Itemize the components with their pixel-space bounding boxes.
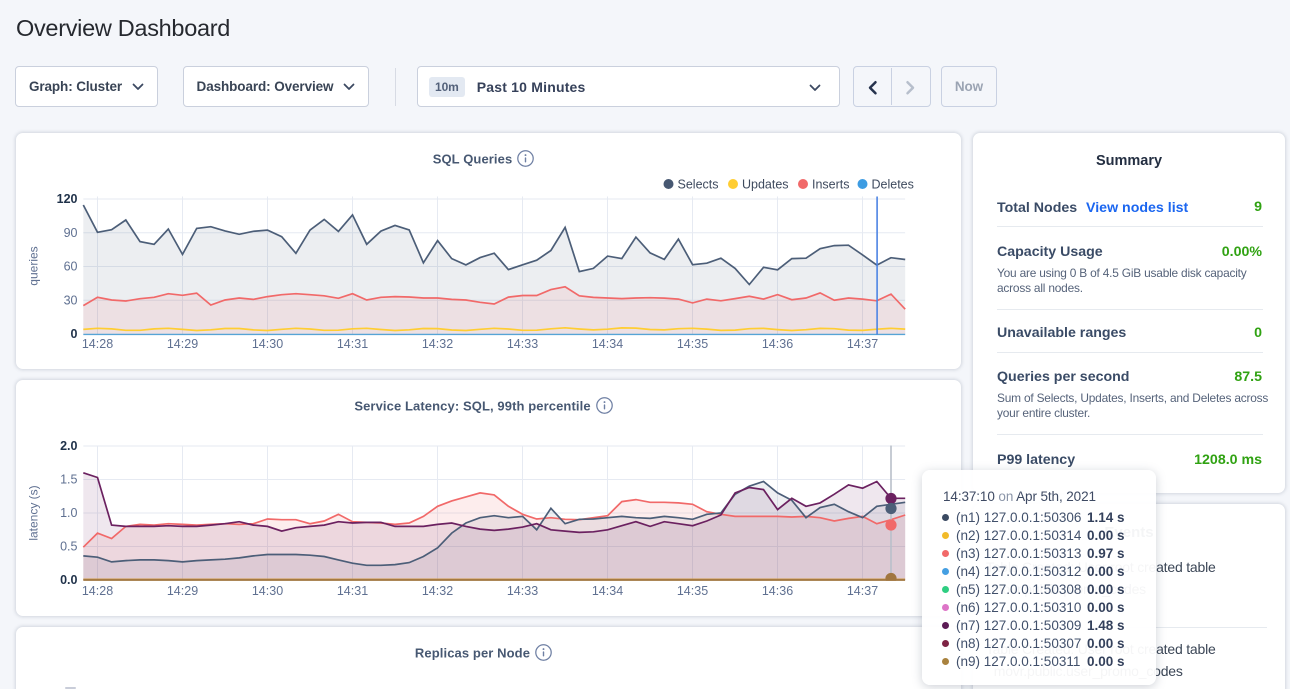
svg-text:14:30: 14:30 bbox=[251, 337, 282, 351]
svg-text:60: 60 bbox=[63, 260, 77, 274]
svg-text:14:33: 14:33 bbox=[506, 337, 537, 351]
svg-text:14:34: 14:34 bbox=[591, 337, 622, 351]
svg-text:0.5: 0.5 bbox=[60, 540, 77, 554]
svg-text:1.0: 1.0 bbox=[60, 506, 77, 520]
svg-text:14:28: 14:28 bbox=[81, 337, 112, 351]
svg-text:0.0: 0.0 bbox=[60, 573, 77, 587]
svg-text:queries: queries bbox=[26, 246, 40, 285]
svg-text:14:36: 14:36 bbox=[761, 584, 792, 598]
svg-text:14:34: 14:34 bbox=[591, 584, 622, 598]
svg-text:14:31: 14:31 bbox=[336, 584, 367, 598]
svg-text:Updates: Updates bbox=[742, 177, 789, 191]
svg-text:1.5: 1.5 bbox=[60, 473, 77, 487]
svg-text:14:35: 14:35 bbox=[676, 584, 707, 598]
svg-text:Inserts: Inserts bbox=[812, 177, 850, 191]
svg-text:120: 120 bbox=[56, 192, 77, 206]
svg-text:0: 0 bbox=[70, 327, 77, 341]
svg-text:14:33: 14:33 bbox=[506, 584, 537, 598]
svg-text:14:29: 14:29 bbox=[166, 337, 197, 351]
svg-text:90: 90 bbox=[63, 226, 77, 240]
svg-text:Selects: Selects bbox=[677, 177, 718, 191]
svg-text:14:28: 14:28 bbox=[81, 584, 112, 598]
svg-text:14:36: 14:36 bbox=[761, 337, 792, 351]
svg-text:14:35: 14:35 bbox=[676, 337, 707, 351]
svg-text:Deletes: Deletes bbox=[871, 177, 913, 191]
svg-text:30: 30 bbox=[63, 293, 77, 307]
svg-text:14:29: 14:29 bbox=[166, 584, 197, 598]
svg-text:14:32: 14:32 bbox=[421, 584, 452, 598]
svg-text:14:37: 14:37 bbox=[846, 337, 877, 351]
svg-text:14:32: 14:32 bbox=[421, 337, 452, 351]
svg-text:14:37: 14:37 bbox=[846, 584, 877, 598]
svg-text:14:30: 14:30 bbox=[251, 584, 282, 598]
svg-text:latency (s): latency (s) bbox=[26, 485, 40, 540]
svg-text:2.0: 2.0 bbox=[60, 439, 77, 453]
svg-text:14:31: 14:31 bbox=[336, 337, 367, 351]
